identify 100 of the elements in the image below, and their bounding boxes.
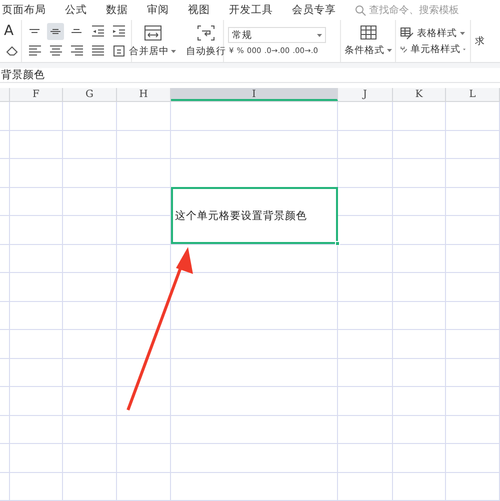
grid-cell bbox=[446, 387, 500, 416]
column-header[interactable]: L bbox=[446, 88, 500, 102]
eraser-icon bbox=[6, 45, 19, 56]
column-header[interactable]: J bbox=[338, 88, 393, 102]
column-header[interactable]: I bbox=[171, 88, 338, 102]
grid-cell bbox=[0, 188, 10, 216]
caret-icon bbox=[460, 32, 465, 35]
align-indent-icon bbox=[110, 23, 126, 40]
grid-cell bbox=[393, 273, 446, 302]
merge-center-button[interactable]: 合并居中 bbox=[127, 24, 178, 58]
caret-icon bbox=[171, 50, 176, 53]
grid-cell bbox=[63, 102, 117, 131]
grid-cell bbox=[338, 444, 393, 473]
grid-cell bbox=[393, 188, 446, 216]
grid-cell bbox=[393, 159, 446, 188]
table-brush-icon bbox=[400, 26, 414, 40]
grid-cell bbox=[393, 387, 446, 416]
grid-cell bbox=[393, 444, 446, 473]
sum-button[interactable]: 求 bbox=[475, 34, 493, 48]
grid-cell bbox=[63, 216, 117, 245]
grid-cell bbox=[393, 330, 446, 359]
grid-cell bbox=[446, 472, 500, 501]
font-size-button[interactable]: A bbox=[4, 23, 17, 40]
grid-cell bbox=[446, 302, 500, 330]
number-format-dropdown[interactable]: 常规 bbox=[228, 27, 326, 44]
grid-cell bbox=[0, 444, 10, 473]
grid-cell bbox=[117, 330, 171, 359]
grid-cell bbox=[393, 216, 446, 245]
grid-cell bbox=[117, 130, 171, 160]
grid-cell bbox=[0, 159, 10, 188]
caret-icon bbox=[386, 49, 392, 52]
grid-cell bbox=[393, 358, 446, 388]
grid-cell bbox=[63, 444, 117, 473]
grid-cell bbox=[10, 130, 63, 160]
grid-cell bbox=[0, 387, 10, 416]
merge-cells-icon bbox=[144, 24, 162, 41]
grid-cell bbox=[446, 216, 500, 245]
grid-cell bbox=[393, 244, 446, 274]
grid-cell bbox=[0, 358, 10, 388]
grid-cell bbox=[63, 387, 117, 416]
wrap-text-button[interactable]: 自动换行 bbox=[184, 24, 228, 58]
grid-cell bbox=[446, 330, 500, 359]
grid-cell bbox=[338, 358, 393, 388]
conditional-format-button[interactable]: 条件格式 bbox=[342, 25, 394, 58]
grid-cell bbox=[0, 216, 10, 245]
grid-cell bbox=[63, 188, 117, 216]
grid-cell bbox=[10, 330, 63, 359]
caret-icon bbox=[317, 34, 322, 37]
cell-style-button[interactable]: 单元格样式 bbox=[400, 42, 466, 56]
grid-cell bbox=[117, 273, 171, 302]
grid-cell bbox=[393, 472, 446, 501]
grid-cell bbox=[10, 387, 63, 416]
formula-content: 背景颜色 bbox=[0, 68, 45, 82]
menu-tab[interactable]: 公式 bbox=[65, 3, 87, 18]
column-header[interactable]: G bbox=[63, 88, 117, 102]
grid-cell bbox=[10, 273, 63, 302]
column-header[interactable]: F bbox=[10, 88, 63, 102]
grid-cell bbox=[446, 188, 500, 216]
grid-cell bbox=[10, 159, 63, 188]
align-button[interactable] bbox=[47, 22, 64, 40]
grid-cell bbox=[338, 244, 393, 274]
align-top-icon bbox=[29, 29, 40, 34]
grid-cell bbox=[63, 159, 117, 188]
grid-cell bbox=[117, 102, 171, 131]
grid-cell bbox=[10, 444, 63, 473]
grid-cell bbox=[446, 273, 500, 302]
menu-tab[interactable]: 数据 bbox=[106, 3, 128, 18]
grid-cell bbox=[393, 130, 446, 160]
menu-tab[interactable]: 会员专享 bbox=[292, 3, 336, 18]
grid-cell bbox=[10, 244, 63, 274]
grid-cell bbox=[10, 302, 63, 330]
grid-cell bbox=[63, 244, 117, 274]
column-header[interactable]: K bbox=[393, 88, 446, 102]
menu-tab[interactable]: 审阅 bbox=[147, 3, 169, 18]
fill-handle[interactable] bbox=[335, 241, 340, 246]
align-middle-icon bbox=[50, 28, 61, 34]
grid-cell bbox=[63, 302, 117, 330]
grid-cell bbox=[10, 102, 63, 131]
selected-cell[interactable]: 这个单元格要设置背景颜色 bbox=[171, 187, 338, 244]
grid-cell bbox=[0, 330, 10, 359]
grid-cell bbox=[338, 416, 393, 444]
grid-cell bbox=[10, 216, 63, 245]
grid-cell bbox=[0, 102, 10, 131]
grid-cell bbox=[63, 330, 117, 359]
grid-cell bbox=[446, 244, 500, 274]
grid-cell bbox=[393, 102, 446, 131]
menu-tab[interactable]: 页面布局 bbox=[2, 3, 46, 18]
table-grid-icon bbox=[360, 25, 376, 40]
grid-cell bbox=[446, 102, 500, 131]
search-icon bbox=[355, 4, 366, 16]
grid-cell bbox=[338, 302, 393, 330]
grid-cell bbox=[117, 387, 171, 416]
grid-cell bbox=[10, 472, 63, 501]
grid-cell bbox=[117, 244, 171, 274]
table-style-button[interactable]: 表格样式 bbox=[400, 26, 466, 40]
menu-tab[interactable]: 开发工具 bbox=[229, 3, 273, 18]
grid-cell bbox=[0, 273, 10, 302]
menu-tab[interactable]: 视图 bbox=[188, 3, 210, 18]
grid-cell bbox=[117, 358, 171, 388]
grid-cell bbox=[63, 273, 117, 302]
